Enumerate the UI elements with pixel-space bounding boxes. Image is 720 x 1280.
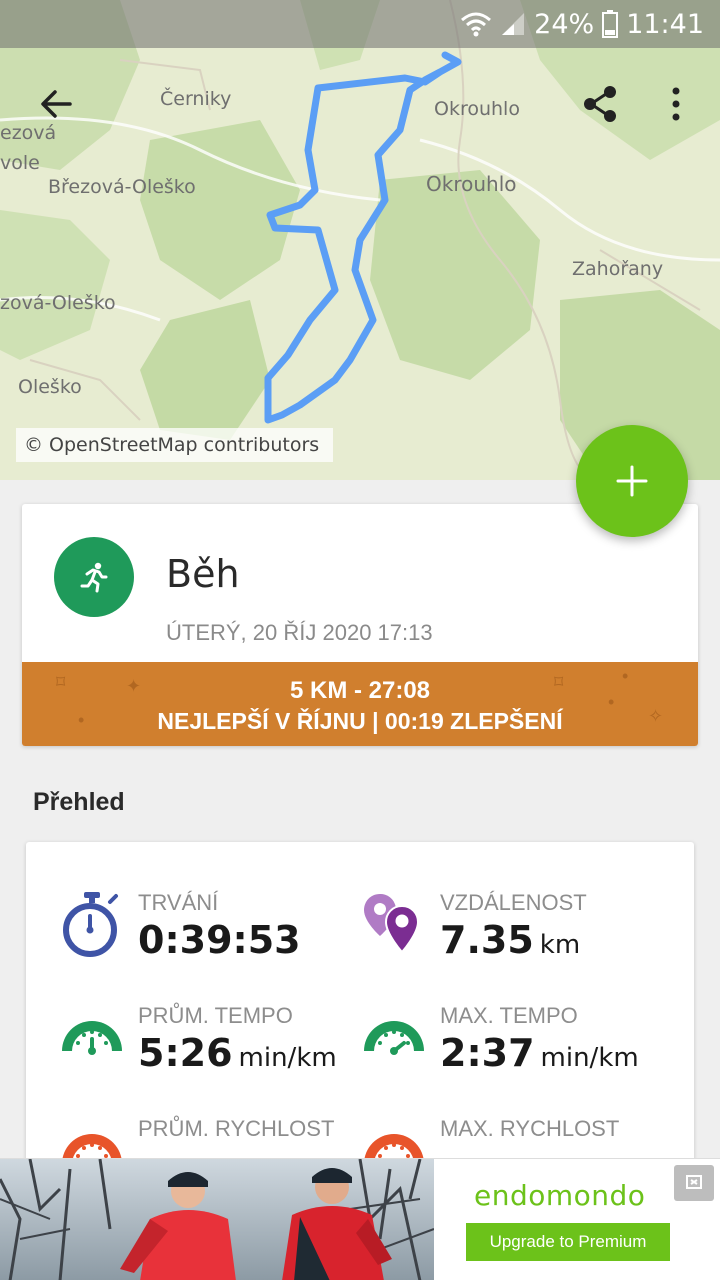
more-vertical-icon xyxy=(672,87,680,121)
stat-avg-pace: PRŮM. TEMPO 5:26 min/km xyxy=(60,1003,360,1103)
stat-label: MAX. TEMPO xyxy=(440,1003,578,1028)
sport-icon-badge xyxy=(54,537,134,617)
battery-percent: 24% xyxy=(534,8,595,40)
activity-summary-card: Běh ÚTERÝ, 20 ŘÍJ 2020 17:13 ⌑ ✦ • ⌑ • •… xyxy=(22,504,698,746)
record-description: NEJLEPŠÍ V ŘÍJNU | 00:19 ZLEPŠENÍ xyxy=(157,708,563,734)
arrow-left-icon xyxy=(41,90,72,118)
back-button[interactable] xyxy=(28,76,84,132)
stat-value: 0:39:53 xyxy=(138,918,301,962)
status-bar: 24% 11:41 xyxy=(0,0,720,48)
map-attribution[interactable]: © OpenStreetMap contributors xyxy=(16,428,334,462)
stat-distance: VZDÁLENOST 7.35 km xyxy=(362,890,662,990)
share-icon xyxy=(584,86,616,122)
map-label-okrouhlo: Okrouhlo xyxy=(434,98,520,120)
map-label-brezova-olesko-2: zová-Oleško xyxy=(0,292,116,314)
close-ad-icon xyxy=(686,1175,702,1189)
signal-icon xyxy=(502,13,525,35)
upgrade-premium-button[interactable]: Upgrade to Premium xyxy=(466,1223,670,1261)
stat-label: VZDÁLENOST xyxy=(440,890,587,915)
stat-value: 5:26 min/km xyxy=(138,1031,337,1075)
ad-content: endomondo Upgrade to Premium xyxy=(434,1159,720,1280)
map-label-okrouhlo-2: Okrouhlo xyxy=(426,172,517,196)
personal-record-banner[interactable]: ⌑ ✦ • ⌑ • • ✧ 5 KM - 27:08 NEJLEPŠÍ V ŘÍ… xyxy=(22,662,698,746)
stat-duration: TRVÁNÍ 0:39:53 xyxy=(60,890,360,990)
speedometer-icon xyxy=(62,1021,122,1055)
stat-label: MAX. RYCHLOST xyxy=(440,1116,620,1141)
map-terrain xyxy=(0,0,720,480)
running-icon xyxy=(80,562,108,593)
clock: 11:41 xyxy=(626,8,704,40)
speedometer-icon xyxy=(364,1021,424,1055)
route-map[interactable]: Černiky ezová vole Březová-Oleško zová-O… xyxy=(0,0,720,480)
map-label-olesko: Oleško xyxy=(18,376,82,398)
sport-name: Běh xyxy=(166,552,240,596)
stat-label: PRŮM. RYCHLOST xyxy=(138,1116,335,1141)
map-label-zahorany: Zahořany xyxy=(572,258,664,280)
add-fab-button[interactable] xyxy=(576,425,688,537)
stat-value: 2:37 min/km xyxy=(440,1031,639,1075)
map-label-brezova-olesko: Březová-Oleško xyxy=(48,176,196,198)
record-distance-time: 5 KM - 27:08 xyxy=(289,677,431,704)
more-options-button[interactable] xyxy=(648,76,704,132)
stat-label: PRŮM. TEMPO xyxy=(138,1003,293,1028)
location-pins-icon xyxy=(364,894,420,954)
ad-brand-logo: endomondo xyxy=(474,1179,646,1212)
stat-label: TRVÁNÍ xyxy=(138,890,219,915)
stopwatch-icon xyxy=(63,892,118,957)
ad-banner[interactable]: endomondo Upgrade to Premium xyxy=(0,1158,720,1280)
ad-photo xyxy=(0,1159,434,1280)
stat-value: 7.35 km xyxy=(440,918,581,962)
workout-date: ÚTERÝ, 20 ŘÍJ 2020 17:13 xyxy=(166,620,433,645)
map-label-cerniky: Černiky xyxy=(160,88,232,110)
battery-icon xyxy=(602,10,619,38)
overview-stats-card: TRVÁNÍ 0:39:53 VZDÁLENOST 7.35 km PRŮM. T… xyxy=(26,842,694,1172)
stat-max-pace: MAX. TEMPO 2:37 min/km xyxy=(362,1003,662,1103)
map-label-vole: vole xyxy=(0,152,40,174)
ad-close-button[interactable] xyxy=(674,1165,714,1201)
wifi-icon xyxy=(461,12,492,37)
overview-section-title: Přehled xyxy=(33,788,125,816)
share-button[interactable] xyxy=(572,76,628,132)
plus-icon xyxy=(616,465,648,497)
